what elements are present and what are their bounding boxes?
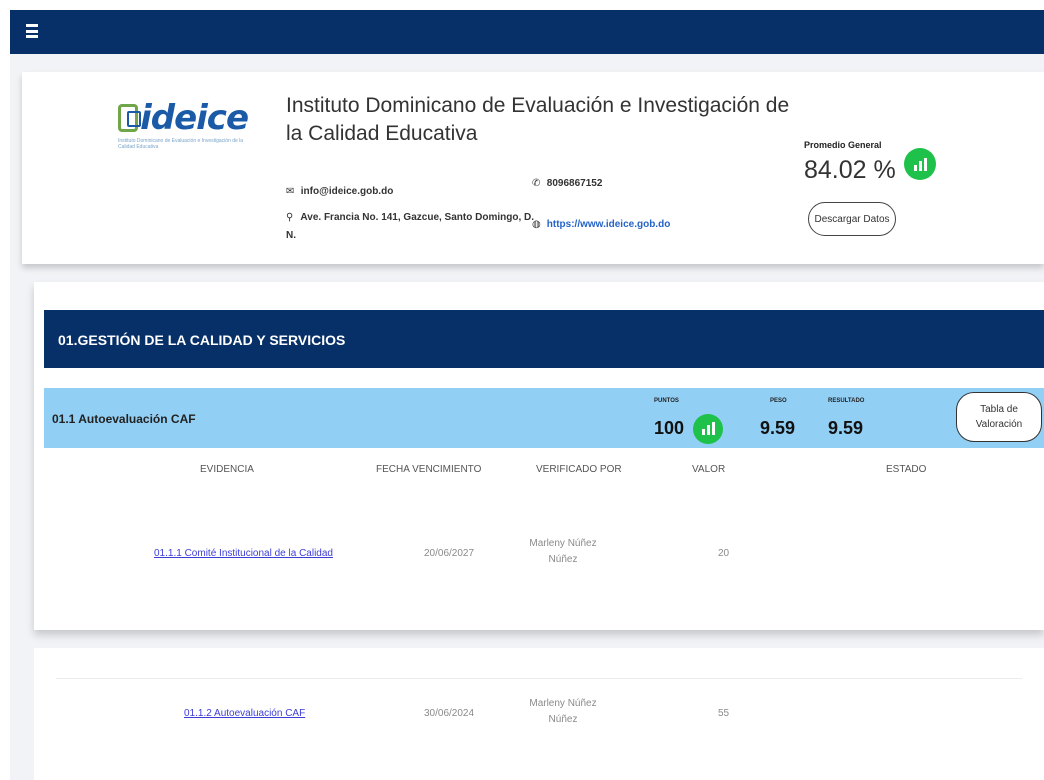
bar-chart-icon xyxy=(693,414,723,444)
column-header-valor: VALOR xyxy=(692,464,726,475)
institution-title: Instituto Dominicano de Evaluación e Inv… xyxy=(286,94,790,145)
contact-email: ✉ info@ideice.gob.do xyxy=(286,186,393,197)
hamburger-menu-icon[interactable] xyxy=(26,24,38,38)
evidencia-link[interactable]: 01.1.1 Comité Institucional de la Calida… xyxy=(154,548,333,559)
envelope-icon: ✉ xyxy=(286,186,295,197)
puntos-value: 100 xyxy=(654,418,685,438)
puntos-label: PUNTOS xyxy=(654,398,679,404)
verificado-por: Marleny Núñez Núñez xyxy=(529,698,597,725)
subsection-bar: 01.1 Autoevaluación CAF PUNTOS 100 PESO … xyxy=(44,388,1044,448)
peso-label: PESO xyxy=(770,398,787,404)
resultado-value: 9.59 xyxy=(828,418,864,438)
fecha-vencimiento: 20/06/2027 xyxy=(424,548,475,559)
column-header-evidencia: EVIDENCIA xyxy=(200,464,254,475)
evidencia-link[interactable]: 01.1.2 Autoevaluación CAF xyxy=(184,708,305,719)
section-title: 01.GESTIÓN DE LA CALIDAD Y SERVICIOS xyxy=(58,332,346,348)
column-header-estado: ESTADO xyxy=(886,464,927,475)
address-text: Ave. Francia No. 141, Gazcue, Santo Domi… xyxy=(286,212,534,241)
bar-chart-icon xyxy=(904,148,936,180)
phone-text: 8096867152 xyxy=(546,178,603,189)
resultado-label: RESULTADO xyxy=(828,398,865,404)
logo-subtitle: Instituto Dominicano de Evaluación e Inv… xyxy=(118,138,244,150)
download-data-button[interactable]: Descargar Datos xyxy=(808,202,896,236)
row-divider xyxy=(56,678,1022,679)
globe-icon: ◍ xyxy=(532,219,541,230)
column-header-fecha: FECHA VENCIMIENTO xyxy=(376,464,482,475)
email-text: info@ideice.gob.do xyxy=(300,186,394,197)
logo-mark-icon xyxy=(118,104,142,132)
logo-text: ideice xyxy=(140,98,249,138)
website-link[interactable]: https://www.ideice.gob.do xyxy=(547,219,671,230)
valor: 55 xyxy=(718,708,730,719)
phone-icon: ✆ xyxy=(532,178,541,189)
peso-value: 9.59 xyxy=(760,418,796,438)
column-header-verificado: VERIFICADO POR xyxy=(536,464,622,475)
valor: 20 xyxy=(718,548,730,559)
evidence-row-card: 01.1.2 Autoevaluación CAF 30/06/2024 Mar… xyxy=(34,648,1044,780)
section-header: 01.GESTIÓN DE LA CALIDAD Y SERVICIOS xyxy=(44,310,1044,368)
institution-header-card: ideice Instituto Dominicano de Evaluació… xyxy=(22,72,1044,264)
subsection-title: 01.1 Autoevaluación CAF xyxy=(52,412,196,426)
verificado-por: Marleny Núñez Núñez xyxy=(529,538,597,565)
map-marker-icon: ⚲ xyxy=(286,212,294,223)
promedio-general-value: 84.02 % xyxy=(804,156,896,184)
top-navbar xyxy=(10,10,1044,54)
promedio-general-label: Promedio General xyxy=(804,140,882,150)
section-card: 01.GESTIÓN DE LA CALIDAD Y SERVICIOS 01.… xyxy=(34,282,1044,630)
tabla-valoracion-button[interactable]: Tabla de Valoración xyxy=(956,392,1042,442)
contact-website: ◍ https://www.ideice.gob.do xyxy=(532,219,670,230)
contact-address: ⚲ Ave. Francia No. 141, Gazcue, Santo Do… xyxy=(286,209,536,245)
contact-phone: ✆ 8096867152 xyxy=(532,178,602,189)
fecha-vencimiento: 30/06/2024 xyxy=(424,708,475,719)
ideice-logo: ideice Instituto Dominicano de Evaluació… xyxy=(118,98,249,170)
